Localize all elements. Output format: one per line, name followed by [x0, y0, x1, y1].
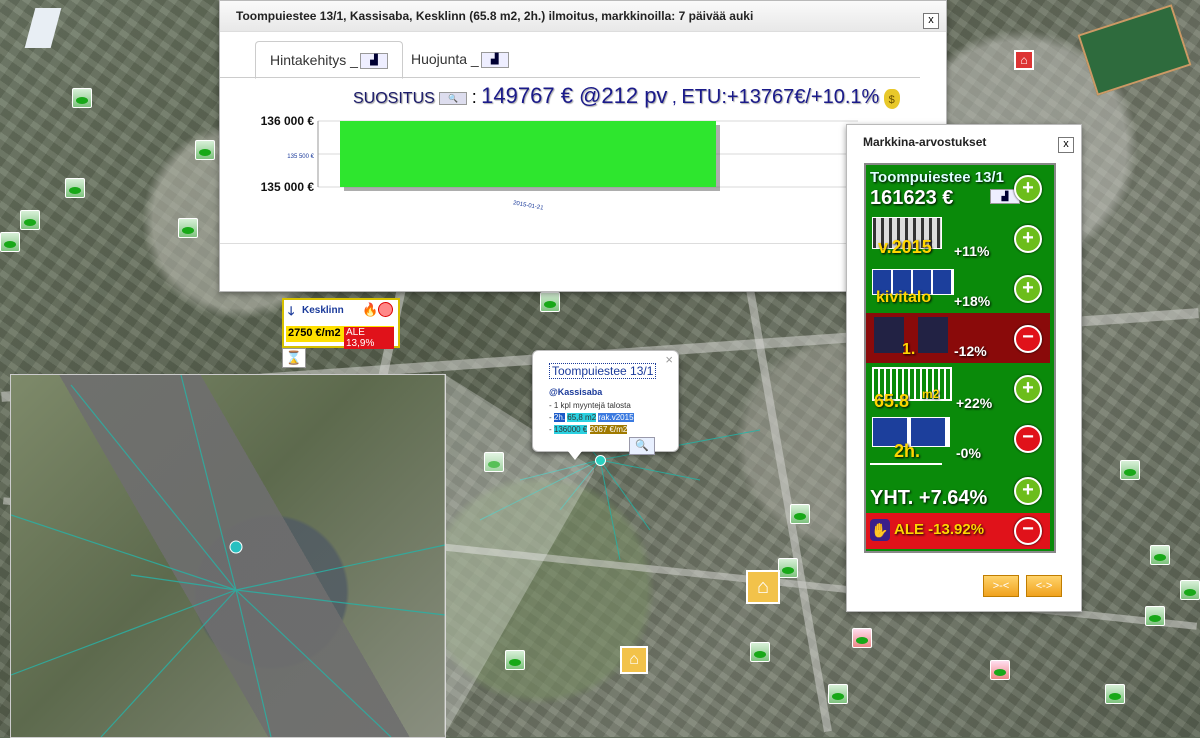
- plus-button[interactable]: +: [1014, 275, 1042, 303]
- row-label: 65.8: [874, 391, 910, 411]
- x-tick-label: 2015-01-21: [513, 200, 545, 211]
- valuation-row-area: 65.8 m2 +22% +: [866, 363, 1050, 413]
- market-window: Markkina-arvostukset x Toompuiestee 13/1…: [846, 124, 1082, 612]
- tab-huojunta[interactable]: Huojunta _ ▟: [397, 41, 523, 77]
- valuation-row-floor: 1. -12% −: [866, 313, 1050, 363]
- total-value: YHT. +7.64%: [870, 487, 988, 509]
- plus-button[interactable]: +: [1014, 477, 1042, 505]
- popup-district: @Kassisaba: [549, 387, 603, 397]
- tab-divider: [220, 77, 920, 78]
- chip-area: 65,8 m2: [567, 413, 597, 422]
- row-percent: +18%: [954, 293, 991, 309]
- valuation-address: Toompuiestee 13/1: [870, 169, 1004, 186]
- valuation-header: Toompuiestee 13/1 161623 € ▟ +: [866, 165, 1050, 215]
- aerial-zoom-inset: [10, 374, 446, 738]
- row-percent: +11%: [954, 243, 990, 259]
- chart-tab-icon: ▟: [359, 53, 388, 70]
- zoom-in-icon[interactable]: 🔍: [629, 437, 655, 455]
- inset-lines: [11, 375, 445, 737]
- y-tick-label: 136 000 €: [261, 114, 315, 128]
- popup-chip-row: - 2h. 65,8 m2 rak.v2015: [549, 413, 634, 422]
- row-label: v.2015: [878, 237, 932, 257]
- market-window-title: Markkina-arvostukset: [847, 125, 1081, 157]
- popup-chip-row: - 136000 € 2067 €/m2: [549, 425, 628, 434]
- recommendation-label: SUOSITUS: [353, 90, 435, 107]
- money-bag-icon: $: [883, 88, 900, 109]
- tab-label: Huojunta _: [411, 51, 479, 67]
- chip-year: rak.v2015: [598, 413, 634, 422]
- area-badge[interactable]: 🡓 Kesklinn 🔥 2750 €/m2 ALE 13,9%: [282, 298, 400, 349]
- row-percent: +22%: [956, 395, 993, 411]
- chip-rooms: 2h.: [553, 413, 566, 422]
- valuation-ale-row: ✋ ALE -13.92% −: [866, 513, 1050, 549]
- valuation-row-rooms: 2h. -0% −: [866, 413, 1050, 465]
- ale-value: ALE -13.92%: [894, 521, 985, 538]
- chip-sqm-price: 2067 €/m2: [589, 425, 628, 434]
- close-button[interactable]: x: [923, 13, 939, 29]
- chart-tab-icon: ▟: [480, 52, 509, 69]
- popup-pointer: [567, 450, 583, 460]
- tab-label: Hintakehitys _: [270, 52, 358, 68]
- smiley-icon: [378, 302, 393, 317]
- selected-location-dot: [595, 455, 606, 466]
- valuation-row-age: v.2015 +11% +: [866, 213, 1050, 263]
- minus-button[interactable]: −: [1014, 325, 1042, 353]
- collapse-button[interactable]: >-<: [983, 575, 1019, 597]
- minus-button[interactable]: −: [1014, 425, 1042, 453]
- chip-price: 136000 €: [553, 425, 588, 434]
- row-unit: m2: [922, 387, 940, 401]
- colon: :: [471, 87, 477, 107]
- popup-title[interactable]: Toompuiestee 13/1: [549, 363, 657, 379]
- tab-hintakehitys[interactable]: Hintakehitys _ ▟: [255, 41, 403, 79]
- y-tick-label: 135 000 €: [261, 180, 315, 194]
- row-label: kivitalo: [876, 289, 932, 306]
- popup-sales-line: - 1 kpl myyntejä talosta: [549, 401, 631, 410]
- window-footer-divider: [220, 243, 946, 244]
- recommended-price: 149767 € @212 pv: [481, 83, 668, 108]
- valuation-value: 161623 €: [870, 187, 954, 209]
- separator: ,: [671, 87, 677, 107]
- row-label: 1.: [902, 341, 916, 358]
- benefit: ETU:+13767€/+10.1%: [681, 86, 880, 108]
- y-tick-label: 135 500 €: [287, 154, 314, 160]
- price-chart: 136 000 € 135 500 € 135 000 € 2015-01-21: [261, 114, 858, 212]
- plus-button[interactable]: +: [1014, 225, 1042, 253]
- row-percent: -0%: [956, 445, 981, 461]
- popup-close-button[interactable]: ×: [665, 352, 673, 367]
- hourglass-icon[interactable]: ⌛: [282, 348, 306, 368]
- area-ale: ALE 13,9%: [344, 327, 394, 349]
- row-label: 2h.: [894, 441, 921, 461]
- area-price-strip: 2750 €/m2 ALE 13,9%: [286, 326, 394, 349]
- valuation-panel: Toompuiestee 13/1 161623 € ▟ + v.2015 +1…: [864, 163, 1056, 553]
- down-arrow-icon: 🡓: [288, 304, 295, 318]
- map-info-popup: × Toompuiestee 13/1 @Kassisaba - 1 kpl m…: [532, 350, 679, 460]
- valuation-row-material: kivitalo +18% +: [866, 263, 1050, 313]
- expand-button[interactable]: <->: [1026, 575, 1062, 597]
- minus-button[interactable]: −: [1014, 517, 1042, 545]
- plus-button[interactable]: +: [1014, 375, 1042, 403]
- close-button[interactable]: x: [1058, 137, 1074, 153]
- listing-window-title: Toompuiestee 13/1, Kassisaba, Kesklinn (…: [220, 1, 946, 32]
- magnifier-icon[interactable]: 🔍: [439, 92, 468, 106]
- expand-plus-button[interactable]: +: [1014, 175, 1042, 203]
- valuation-total-row: YHT. +7.64% +: [866, 465, 1050, 513]
- area-name: Kesklinn: [302, 305, 344, 316]
- area-price: 2750 €/m2: [288, 327, 341, 339]
- row-percent: -12%: [954, 343, 987, 359]
- fire-icon: 🔥: [362, 302, 379, 317]
- bar: [340, 121, 716, 187]
- listing-window: Toompuiestee 13/1, Kassisaba, Kesklinn (…: [219, 0, 947, 292]
- recommendation-line: SUOSITUS 🔍 : 149767 € @212 pv , ETU:+137…: [353, 83, 900, 109]
- hand-stop-icon: ✋: [870, 519, 890, 541]
